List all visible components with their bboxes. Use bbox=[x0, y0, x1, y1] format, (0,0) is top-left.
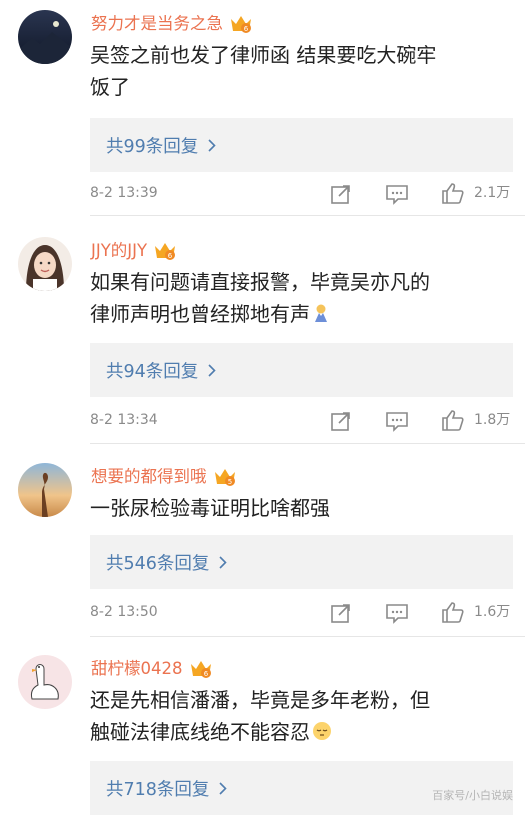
timestamp: 8-2 13:34 bbox=[90, 412, 158, 428]
avatar[interactable] bbox=[18, 10, 72, 64]
comment-icon[interactable] bbox=[385, 410, 409, 432]
pensive-face-emoji-icon bbox=[313, 722, 331, 740]
avatar[interactable] bbox=[18, 655, 72, 709]
like-count: 1.8万 bbox=[474, 412, 511, 428]
like-count: 2.1万 bbox=[474, 185, 511, 201]
view-replies-button[interactable]: 共99条回复 bbox=[90, 118, 513, 172]
comment-text: 还是先相信潘潘，毕竟是多年老粉，但 触碰法律底线绝不能容忍 bbox=[90, 684, 508, 748]
comment-text: 吴签之前也发了律师函 结果要吃大碗牢 饭了 bbox=[90, 39, 508, 103]
timestamp: 8-2 13:39 bbox=[90, 185, 158, 201]
like-count: 1.6万 bbox=[474, 604, 511, 620]
share-icon[interactable] bbox=[330, 410, 352, 432]
username[interactable]: 甜柠檬0428 bbox=[91, 655, 183, 683]
svg-text:6: 6 bbox=[244, 25, 249, 33]
reply-count-label: 共94条回复 bbox=[106, 361, 199, 382]
chevron-right-icon bbox=[208, 363, 216, 377]
view-replies-button[interactable]: 共546条回复 bbox=[90, 535, 513, 589]
divider bbox=[90, 215, 525, 216]
divider bbox=[90, 636, 525, 637]
reply-count-label: 共546条回复 bbox=[106, 553, 210, 574]
comment-line: 一张尿检验毒证明比啥都强 bbox=[90, 496, 330, 520]
watermark: 百家号/小白说娱 bbox=[432, 789, 513, 802]
avatar[interactable] bbox=[18, 237, 72, 291]
vip-crown-icon: 6 bbox=[231, 16, 251, 33]
reply-count-label: 共99条回复 bbox=[106, 136, 199, 157]
vip-crown-icon: 6 bbox=[155, 243, 176, 260]
chevron-right-icon bbox=[219, 555, 228, 569]
username[interactable]: JJY的JJY bbox=[91, 237, 147, 265]
thumbs-up-icon[interactable] bbox=[441, 181, 465, 205]
divider bbox=[90, 443, 525, 444]
comment-line: 吴签之前也发了律师函 结果要吃大碗牢 bbox=[90, 43, 437, 67]
chevron-right-icon bbox=[219, 781, 228, 795]
comment-text: 如果有问题请直接报警，毕竟吴亦凡的 律师声明也曾经掷地有声 bbox=[90, 266, 508, 330]
comment-line: 还是先相信潘潘，毕竟是多年老粉，但 bbox=[90, 688, 430, 712]
thumbs-up-icon[interactable] bbox=[441, 408, 465, 432]
vip-crown-icon: 5 bbox=[214, 469, 235, 486]
comment-line-text: 触碰法律底线绝不能容忍 bbox=[90, 720, 310, 744]
comment-icon[interactable] bbox=[385, 602, 409, 624]
vip-crown-icon: 6 bbox=[190, 661, 211, 678]
comment-line: 如果有问题请直接报警，毕竟吴亦凡的 bbox=[90, 270, 430, 294]
share-icon[interactable] bbox=[330, 183, 352, 205]
praying-emoji-icon bbox=[315, 304, 327, 322]
timestamp: 8-2 13:50 bbox=[90, 604, 158, 620]
reply-count-label: 共718条回复 bbox=[106, 779, 210, 800]
svg-text:6: 6 bbox=[168, 252, 173, 260]
thumbs-up-icon[interactable] bbox=[441, 600, 465, 624]
comment-line: 律师声明也曾经掷地有声 bbox=[90, 298, 508, 330]
chevron-right-icon bbox=[208, 138, 216, 152]
username[interactable]: 想要的都得到哦 bbox=[91, 463, 207, 491]
avatar[interactable] bbox=[18, 463, 72, 517]
view-replies-button[interactable]: 共94条回复 bbox=[90, 343, 513, 397]
svg-text:5: 5 bbox=[227, 478, 231, 486]
comment-icon[interactable] bbox=[385, 183, 409, 205]
comment-line: 饭了 bbox=[90, 75, 130, 99]
comment-line-text: 律师声明也曾经掷地有声 bbox=[90, 302, 310, 326]
comment-text: 一张尿检验毒证明比啥都强 bbox=[90, 492, 508, 524]
share-icon[interactable] bbox=[330, 602, 352, 624]
comment-line: 触碰法律底线绝不能容忍 bbox=[90, 716, 508, 748]
svg-text:6: 6 bbox=[203, 670, 208, 678]
username[interactable]: 努力才是当务之急 bbox=[91, 10, 223, 38]
